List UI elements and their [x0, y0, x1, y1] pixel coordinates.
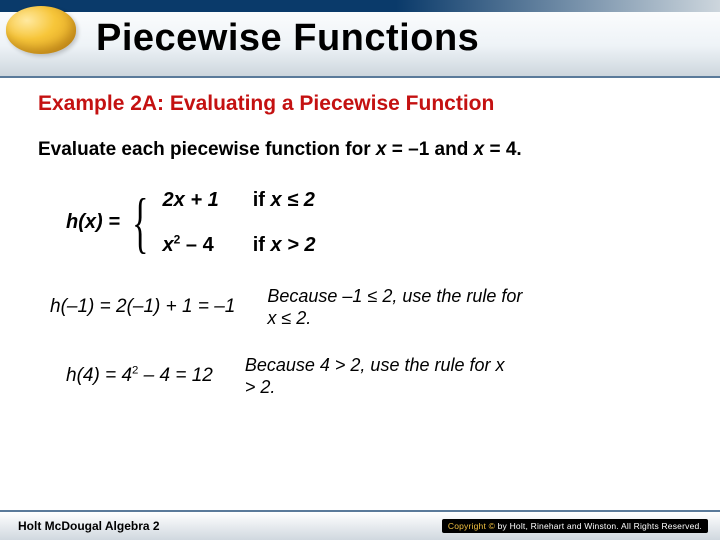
case2-condition: if x > 2 — [253, 234, 316, 257]
reason-2: Because 4 > 2, use the rule for x > 2. — [245, 354, 505, 399]
logo-orb-icon — [6, 6, 76, 54]
calc-line-1: h(–1) = 2(–1) + 1 = –1 — [50, 296, 235, 318]
left-brace-icon: { — [132, 202, 148, 243]
calc-line-2: h(4) = 42 – 4 = 12 — [66, 365, 213, 387]
header-stripe — [0, 0, 720, 12]
work-row: h(4) = 42 – 4 = 12 Because 4 > 2, use th… — [50, 354, 682, 399]
instruction-eq2: = 4. — [484, 139, 522, 160]
instruction-eq1: = –1 and — [386, 139, 473, 160]
copyright-text: by Holt, Rinehart and Winston. All Right… — [498, 521, 702, 531]
slide-content: Example 2A: Evaluating a Piecewise Funct… — [0, 78, 720, 399]
work-row: h(–1) = 2(–1) + 1 = –1 Because –1 ≤ 2, u… — [50, 285, 682, 330]
piecewise-lhs: h(x) = — [66, 211, 120, 234]
case1-condition: if x ≤ 2 — [253, 189, 316, 212]
slide-title: Piecewise Functions — [96, 17, 479, 60]
reason-1: Because –1 ≤ 2, use the rule for x ≤ 2. — [267, 285, 527, 330]
worked-examples: h(–1) = 2(–1) + 1 = –1 Because –1 ≤ 2, u… — [50, 285, 682, 399]
copyright-badge: Copyright © by Holt, Rinehart and Winsto… — [442, 519, 708, 533]
case2-expression: x2 – 4 — [163, 234, 219, 257]
slide-header: Piecewise Functions — [0, 0, 720, 78]
piecewise-cases: 2x + 1 if x ≤ 2 x2 – 4 if x > 2 — [163, 189, 316, 257]
case1-expression: 2x + 1 — [163, 189, 219, 212]
piecewise-definition: h(x) = { 2x + 1 if x ≤ 2 x2 – 4 if x > 2 — [66, 189, 682, 257]
instruction-var-x2: x — [474, 139, 485, 160]
instruction-var-x1: x — [376, 139, 387, 160]
instruction-text: Evaluate each piecewise function for x =… — [38, 138, 682, 163]
textbook-label: Holt McDougal Algebra 2 — [18, 519, 160, 533]
example-heading: Example 2A: Evaluating a Piecewise Funct… — [38, 92, 682, 116]
slide-footer: Holt McDougal Algebra 2 Copyright © by H… — [0, 510, 720, 540]
instruction-prefix: Evaluate each piecewise function for — [38, 139, 376, 160]
